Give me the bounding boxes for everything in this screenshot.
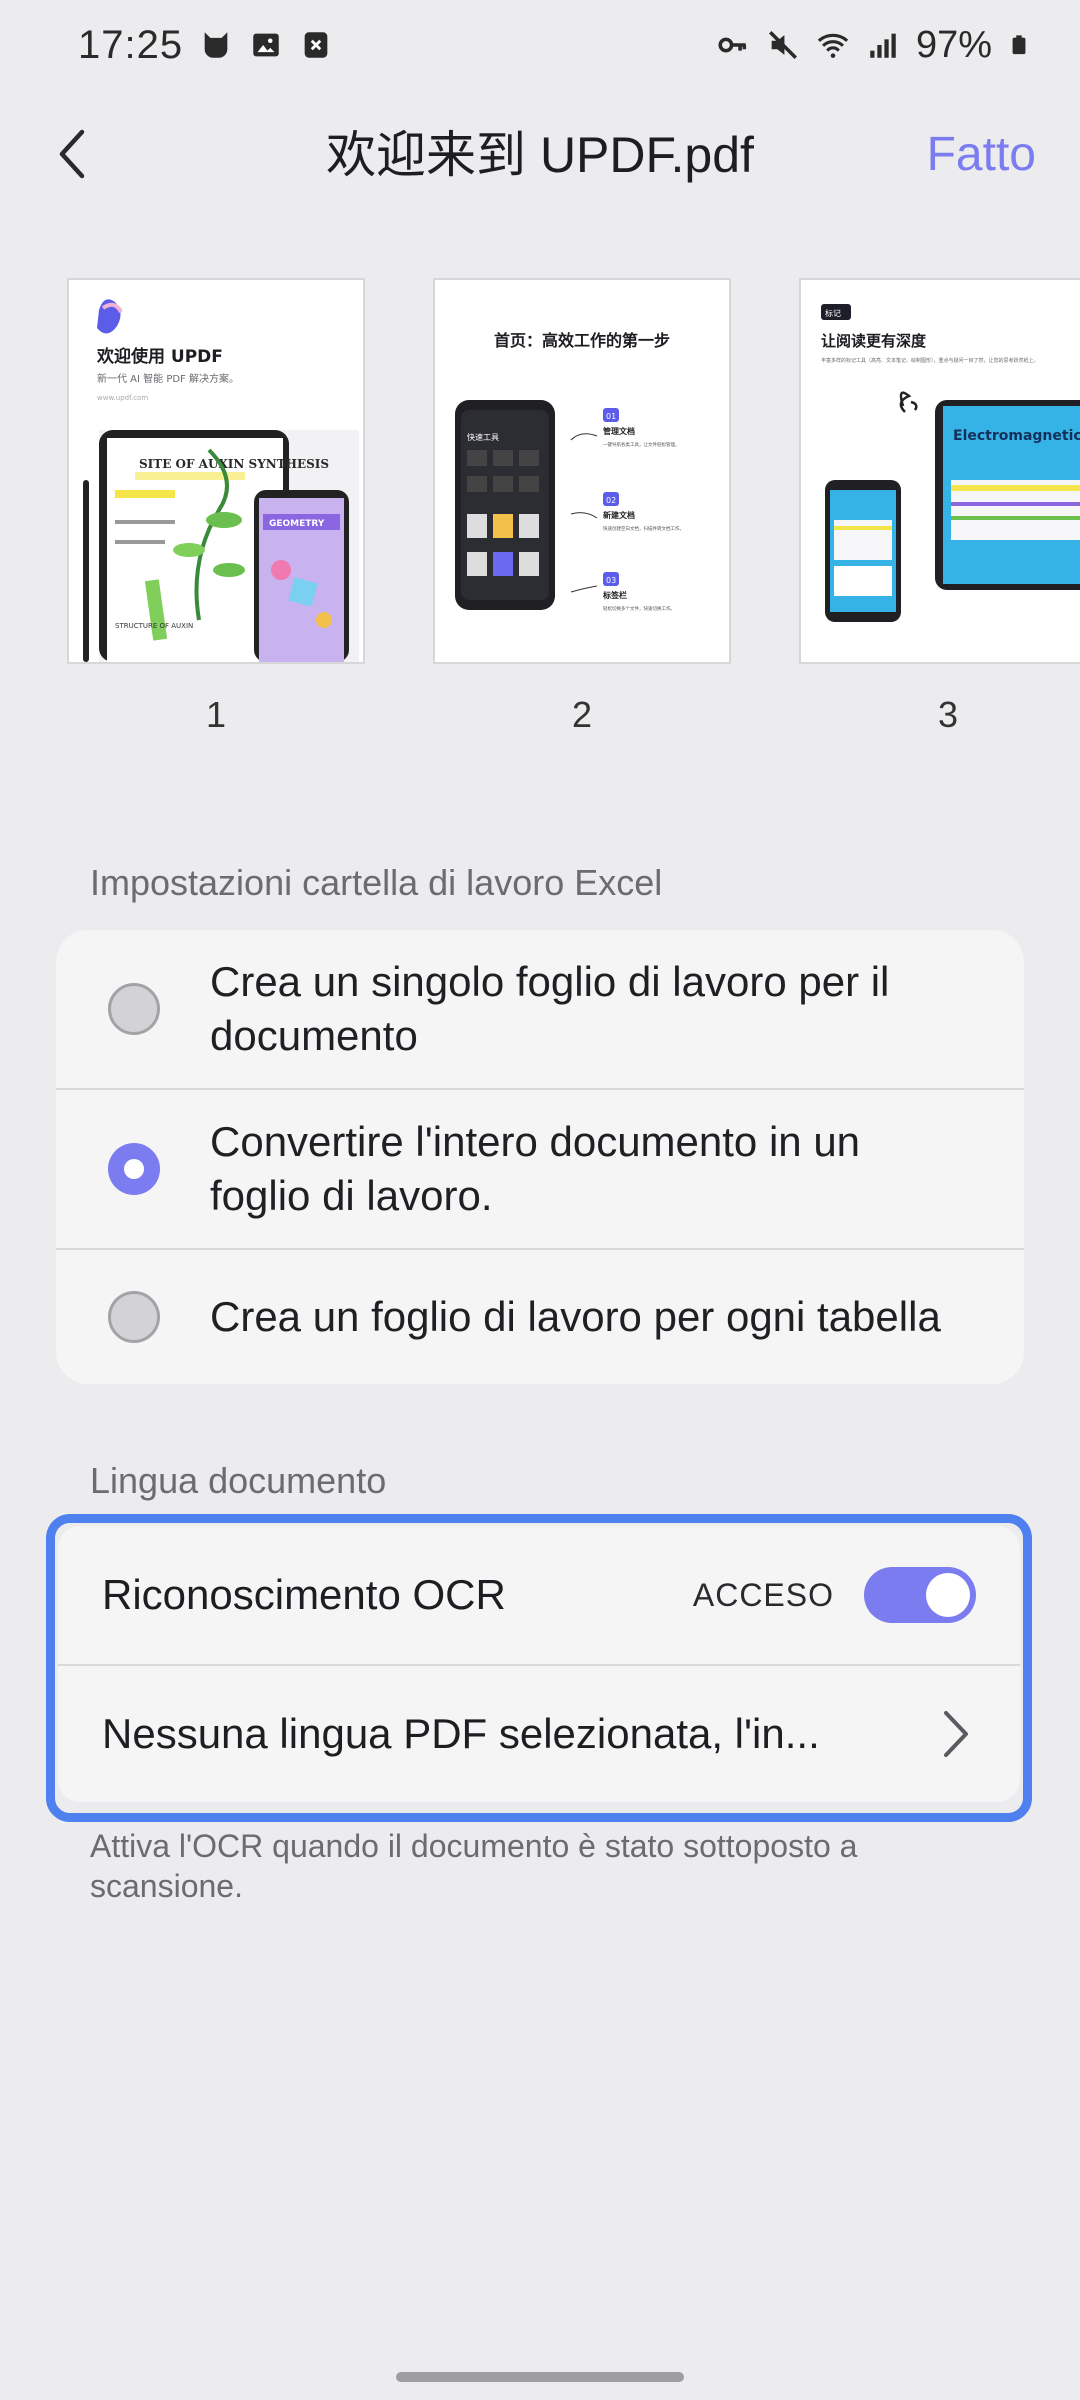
option-single-sheet-per-document[interactable]: Crea un singolo foglio di lavoro per il …	[56, 930, 1024, 1088]
step-desc: 一键导航各类工具，让文件轻松管理。	[603, 441, 680, 448]
option-label: Convertire l'intero documento in un fogl…	[210, 1115, 860, 1223]
thumb-phone-label: 快速工具	[467, 432, 499, 442]
status-bar: 17:25 97%	[0, 0, 1080, 90]
cat-icon	[204, 32, 228, 58]
mute-icon	[768, 30, 797, 60]
ocr-settings-card: Riconoscimento OCR ACCESO Nessuna lingua…	[58, 1526, 1020, 1802]
top-app-bar: 欢迎来到 UPDF.pdf Fatto	[0, 100, 1080, 210]
page-preview: 首页：高效工作的第一步 快速工具 01 管理文档 一键导航各类工具，让文件轻松管…	[433, 278, 731, 664]
step-title: 管理文档	[603, 426, 635, 436]
page-thumbnail-2[interactable]: 首页：高效工作的第一步 快速工具 01 管理文档 一键导航各类工具，让文件轻松管…	[433, 278, 731, 736]
ocr-toggle[interactable]	[864, 1567, 976, 1623]
ocr-help-text: Attiva l'OCR quando il documento è stato…	[90, 1828, 858, 1904]
radio-button-selected[interactable]	[108, 1143, 160, 1195]
page-number: 2	[571, 694, 593, 735]
option-whole-document-one-sheet[interactable]: Convertire l'intero documento in un fogl…	[56, 1088, 1024, 1248]
step-number: 01	[606, 412, 616, 421]
page-1-illustration: 欢迎使用 UPDF 新一代 AI 智能 PDF 解决方案。 www.updf.c…	[83, 299, 359, 662]
toggle-knob	[926, 1573, 970, 1617]
key-icon	[718, 37, 747, 53]
page-title: 欢迎来到 UPDF.pdf	[326, 127, 754, 183]
language-selector-row[interactable]: Nessuna lingua PDF selezionata, l'in...	[58, 1666, 1020, 1802]
ocr-label: Riconoscimento OCR	[102, 1571, 506, 1618]
option-label-line: Crea un foglio di lavoro per ogni tabell…	[210, 1293, 941, 1340]
option-label-line: foglio di lavoro.	[210, 1172, 493, 1219]
thumb-inner-caption: STRUCTURE OF AUXIN	[115, 622, 193, 630]
chevron-right-icon	[944, 1711, 968, 1757]
thumb-subtitle: 新一代 AI 智能 PDF 解决方案。	[97, 372, 239, 385]
battery-icon	[1012, 35, 1026, 55]
done-button[interactable]: Fatto	[927, 100, 1036, 210]
page-preview: 标记 让阅读更有深度 丰富多样的标记工具（高亮、文本笔记、绘制图形），重点与疑问…	[799, 278, 1080, 664]
page-thumbnail-1[interactable]: 欢迎使用 UPDF 新一代 AI 智能 PDF 解决方案。 www.updf.c…	[67, 278, 365, 736]
step-desc: 轻松切换多个文件，快速切换工作。	[603, 605, 675, 612]
signal-icon	[870, 33, 896, 58]
thumb-title: 让阅读更有深度	[821, 332, 927, 350]
radio-button[interactable]	[108, 1291, 160, 1343]
option-label: Crea un singolo foglio di lavoro per il …	[210, 955, 889, 1063]
wifi-icon	[817, 33, 849, 58]
document-language-label: Lingua documento	[90, 1460, 387, 1501]
chevron-left-icon	[59, 129, 85, 179]
image-icon	[253, 33, 279, 57]
step-title: 标签栏	[602, 590, 627, 600]
thumb-title: 首页：高效工作的第一步	[494, 331, 670, 350]
thumb-title: 欢迎使用 UPDF	[96, 346, 223, 367]
radio-button[interactable]	[108, 983, 160, 1035]
step-number: 02	[606, 496, 616, 505]
thumb-inner-title: SITE OF AUXIN SYNTHESIS	[139, 457, 329, 471]
step-desc: 快速创建空白文档，扫描件转文档工作。	[603, 525, 684, 532]
battery-percentage: 97%	[915, 23, 992, 66]
option-label: Crea un foglio di lavoro per ogni tabell…	[210, 1290, 941, 1344]
option-sheet-per-table[interactable]: Crea un foglio di lavoro per ogni tabell…	[56, 1248, 1024, 1384]
ocr-row: Riconoscimento OCR ACCESO	[58, 1526, 1020, 1664]
close-box-icon	[304, 32, 328, 58]
excel-options-card: Crea un singolo foglio di lavoro per il …	[56, 930, 1024, 1384]
thumb-tag: 标记	[825, 308, 841, 318]
excel-settings-label: Impostazioni cartella di lavoro Excel	[90, 862, 663, 903]
page-2-illustration: 首页：高效工作的第一步 快速工具 01 管理文档 一键导航各类工具，让文件轻松管…	[455, 331, 684, 612]
home-indicator[interactable]	[396, 2372, 684, 2382]
page-thumbnails: 欢迎使用 UPDF 新一代 AI 智能 PDF 解决方案。 www.updf.c…	[0, 278, 1080, 748]
back-button[interactable]	[40, 122, 104, 186]
step-number: 03	[606, 576, 616, 585]
option-label-line: Crea un singolo foglio di lavoro per il	[210, 958, 890, 1005]
page-3-illustration: 标记 让阅读更有深度 丰富多样的标记工具（高亮、文本笔记、绘制图形），重点与疑问…	[821, 304, 1080, 622]
thumb-inner-title: Electromagnetic Spectrum	[953, 428, 1080, 444]
page-number: 3	[937, 694, 959, 735]
step-title: 新建文档	[603, 510, 635, 520]
ocr-status: ACCESO	[692, 1576, 834, 1613]
option-label-line: Convertire l'intero documento in un	[210, 1118, 861, 1165]
option-label-line: documento	[210, 1012, 418, 1059]
language-value: Nessuna lingua PDF selezionata, l'in...	[102, 1710, 820, 1757]
thumb-subtitle: 丰富多样的标记工具（高亮、文本笔记、绘制图形），重点与疑问一目了然，让您的思考跃…	[821, 357, 1039, 364]
page-number: 1	[205, 694, 227, 735]
clock: 17:25	[78, 22, 184, 67]
thumb-inner-title-2: GEOMETRY	[269, 519, 325, 529]
thumb-url: www.updf.com	[97, 394, 148, 402]
page-thumbnail-3[interactable]: 标记 让阅读更有深度 丰富多样的标记工具（高亮、文本笔记、绘制图形），重点与疑问…	[799, 278, 1080, 736]
page-preview: 欢迎使用 UPDF 新一代 AI 智能 PDF 解决方案。 www.updf.c…	[67, 278, 365, 664]
